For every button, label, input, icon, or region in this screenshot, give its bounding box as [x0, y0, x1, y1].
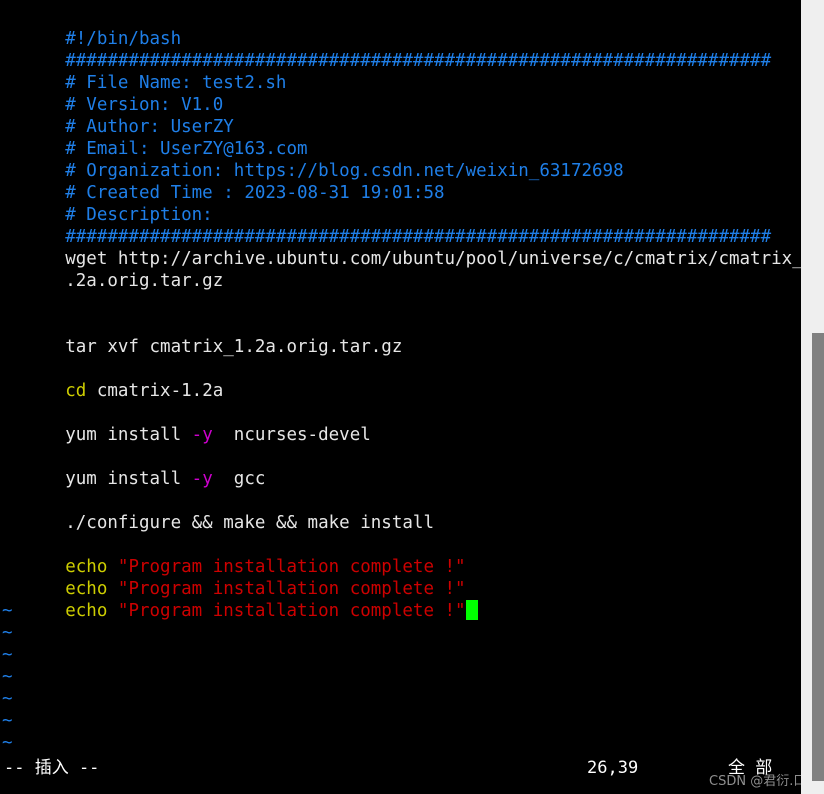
comment-email: # Email: UserZY@163.com [65, 139, 308, 159]
vim-status-bar: -- 插入 -- 26,39 全 部 CSDN @君衍.口 [0, 754, 806, 794]
code-line-shebang: #!/bin/bash [2, 6, 801, 49]
yum-package: gcc [212, 469, 266, 489]
tilde-glyph: ~ [2, 601, 13, 621]
echo-string: "Program installation complete !" [107, 579, 466, 599]
terminal-window: #!/bin/bash ############################… [0, 0, 824, 794]
echo-keyword: echo [65, 579, 108, 599]
scrollbar-thumb[interactable] [812, 333, 824, 781]
yum-flag: -y [191, 425, 213, 445]
code-line-tar: tar xvf cmatrix_1.2a.orig.tar.gz [2, 314, 801, 357]
echo-keyword: echo [65, 601, 108, 621]
comment-rule-bottom: ########################################… [65, 227, 772, 247]
scrollbar-track[interactable] [801, 0, 824, 794]
code-line-echo-1: echo "Program installation complete !" [2, 534, 801, 577]
comment-version: # Version: V1.0 [65, 95, 224, 115]
status-mode-indicator: -- 插入 -- [4, 758, 100, 778]
status-cursor-position: 26,39 [587, 758, 639, 778]
tilde-glyph: ~ [2, 667, 13, 687]
yum-command-prefix: yum install [65, 469, 192, 489]
configure-command: ./configure && make && make install [65, 513, 434, 533]
echo-string: "Program installation complete !" [107, 601, 466, 621]
yum-package: ncurses-devel [212, 425, 371, 445]
tilde-glyph: ~ [2, 645, 13, 665]
wget-command-part2: .2a.orig.tar.gz [65, 271, 224, 291]
code-line-configure: ./configure && make && make install [2, 490, 801, 533]
echo-string: "Program installation complete !" [107, 557, 466, 577]
comment-rule-top: ########################################… [65, 51, 772, 71]
comment-author: # Author: UserZY [65, 117, 234, 137]
tilde-glyph: ~ [2, 689, 13, 709]
code-line-yum-ncurses: yum install -y ncurses-devel [2, 402, 801, 445]
vim-text-area[interactable]: #!/bin/bash ############################… [0, 0, 801, 794]
echo-keyword: echo [65, 557, 108, 577]
shebang-text: #!/bin/bash [65, 29, 182, 49]
empty-line-marker: ~ [2, 666, 801, 688]
comment-file-name: # File Name: test2.sh [65, 73, 287, 93]
comment-organization: # Organization: https://blog.csdn.net/we… [65, 161, 624, 181]
empty-line-marker: ~ [2, 732, 801, 754]
empty-line-marker: ~ [2, 622, 801, 644]
empty-line-marker: ~ [2, 644, 801, 666]
text-cursor [465, 600, 478, 620]
tar-command: tar xvf cmatrix_1.2a.orig.tar.gz [65, 337, 403, 357]
cd-keyword: cd [65, 381, 87, 401]
code-line-cd: cd cmatrix-1.2a [2, 358, 801, 401]
tilde-glyph: ~ [2, 623, 13, 643]
yum-flag: -y [191, 469, 213, 489]
empty-line-marker: ~ [2, 688, 801, 710]
empty-line-markers: ~ ~ ~ ~ ~ ~ ~ [2, 600, 801, 754]
csdn-watermark: CSDN @君衍.口 [709, 774, 807, 789]
cd-argument: cmatrix-1.2a [86, 381, 224, 401]
empty-line-marker: ~ [2, 710, 801, 732]
comment-description: # Description: [65, 205, 213, 225]
wget-command-part1: wget http://archive.ubuntu.com/ubuntu/po… [65, 249, 801, 269]
code-line-yum-gcc: yum install -y gcc [2, 446, 801, 489]
comment-created-time: # Created Time : 2023-08-31 19:01:58 [65, 183, 445, 203]
yum-command-prefix: yum install [65, 425, 192, 445]
tilde-glyph: ~ [2, 711, 13, 731]
tilde-glyph: ~ [2, 733, 13, 753]
